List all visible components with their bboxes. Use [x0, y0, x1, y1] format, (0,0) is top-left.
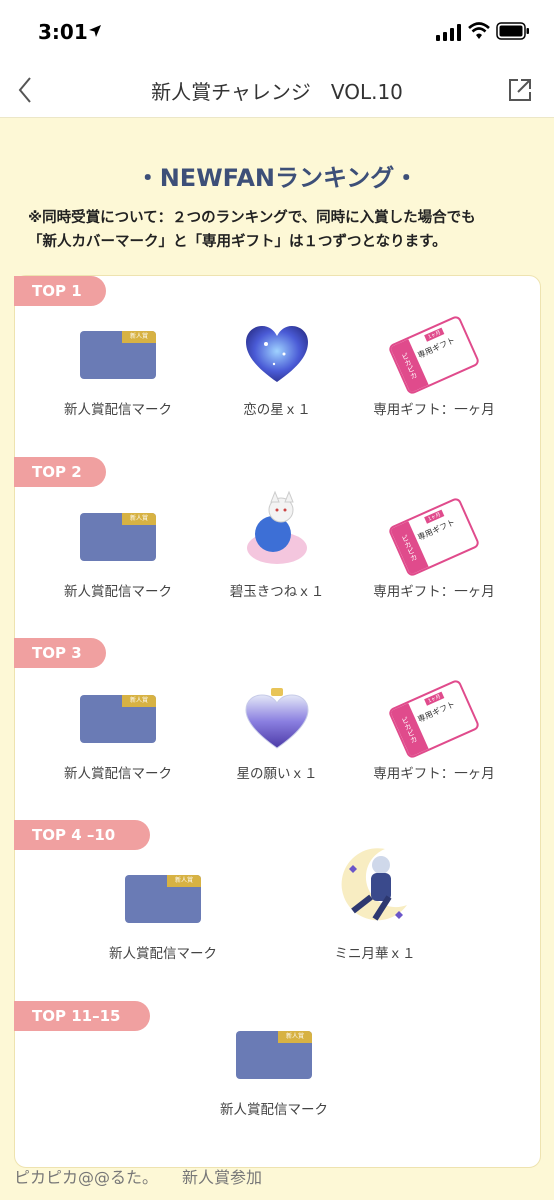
- prize-label: 新人賞配信マーク: [220, 1102, 328, 1118]
- prize-label: 新人賞配信マーク: [64, 766, 172, 782]
- gift-ticket-image: ピカピカ 1ヶ月 専用ギフト: [387, 314, 481, 396]
- prize-label: 専用ギフト：一ヶ月: [373, 766, 495, 782]
- mark-badge: 新人賞: [122, 331, 156, 343]
- streaming-mark-image: 新人賞: [80, 695, 156, 743]
- prize-item: 新人賞 新人賞配信マーク: [33, 502, 203, 600]
- prize-label: 専用ギフト：一ヶ月: [373, 584, 495, 600]
- share-button[interactable]: [504, 74, 536, 106]
- wifi-icon: [468, 22, 490, 39]
- tier-tag-top2: TOP 2: [14, 457, 106, 487]
- prize-item: ミニ月華ｘ１: [290, 848, 460, 962]
- prize-label: 星の願いｘ１: [236, 766, 318, 782]
- prize-item: ピカピカ 1ヶ月 専用ギフト 専用ギフト：一ヶ月: [349, 678, 519, 782]
- heart-star-gift-image: [246, 326, 308, 382]
- gift-ticket-image: ピカピカ 1ヶ月 専用ギフト: [387, 678, 481, 760]
- prize-label: 碧玉きつねｘ１: [229, 584, 325, 600]
- section-title: ・NEWFANランキング・: [135, 164, 419, 192]
- ticket-text: 専用ギフト: [416, 335, 457, 361]
- prize-item: ピカピカ 1ヶ月 専用ギフト 専用ギフト：一ヶ月: [349, 314, 519, 418]
- notice-text: ※同時受賞について：２つのランキングで、同時に入賞した場合でも 「新人カバーマー…: [28, 206, 538, 254]
- status-time: 3:01: [38, 20, 88, 44]
- prize-item: 恋の星ｘ１: [192, 320, 362, 418]
- streaming-mark-image: 新人賞: [125, 875, 201, 923]
- notice-line-1: ※同時受賞について：２つのランキングで、同時に入賞した場合でも: [28, 210, 476, 226]
- prize-label: 専用ギフト：一ヶ月: [373, 402, 495, 418]
- signal-icon: [436, 24, 461, 41]
- prize-label: 新人賞配信マーク: [109, 946, 217, 962]
- tier-tag-top1: TOP 1: [14, 276, 106, 306]
- prize-label: 恋の星ｘ１: [243, 402, 311, 418]
- ticket-text: 専用ギフト: [416, 517, 457, 543]
- prize-label: ミニ月華ｘ１: [334, 946, 416, 962]
- page-title: 新人賞チャレンジ VOL.10: [151, 80, 403, 104]
- mark-badge: 新人賞: [122, 513, 156, 525]
- ticket-text: 専用ギフト: [416, 699, 457, 725]
- prize-label: 新人賞配信マーク: [64, 584, 172, 600]
- prize-label: 新人賞配信マーク: [64, 402, 172, 418]
- star-wish-bottle-image: [245, 688, 309, 749]
- prize-item: 新人賞 新人賞配信マーク: [78, 864, 248, 962]
- prize-item: 新人賞 新人賞配信マーク: [189, 1020, 359, 1118]
- prize-item: 星の願いｘ１: [192, 684, 362, 782]
- status-bar: 3:01: [0, 0, 554, 62]
- streaming-mark-image: 新人賞: [80, 331, 156, 379]
- mini-moon-character-image: [341, 848, 407, 921]
- section-title-text: NEWFANランキング: [159, 164, 395, 192]
- battery-icon: [496, 22, 529, 40]
- tier-tag-top3: TOP 3: [14, 638, 106, 668]
- location-arrow-icon: [89, 25, 101, 37]
- footer-caption: ピカピカ@@るた。 新人賞参加: [14, 1168, 263, 1187]
- tier-tag-top4-10: TOP 4 –10: [14, 820, 150, 850]
- jade-fox-gift-image: [247, 490, 307, 564]
- navigation-bar: 新人賞チャレンジ VOL.10: [0, 62, 554, 118]
- prize-item: 新人賞 新人賞配信マーク: [33, 320, 203, 418]
- gift-ticket-image: ピカピカ 1ヶ月 専用ギフト: [387, 496, 481, 578]
- prize-item: ピカピカ 1ヶ月 専用ギフト 専用ギフト：一ヶ月: [349, 496, 519, 600]
- streaming-mark-image: 新人賞: [236, 1031, 312, 1079]
- tier-tag-top11-15: TOP 11–15: [14, 1001, 150, 1031]
- mark-badge: 新人賞: [278, 1031, 312, 1043]
- mark-badge: 新人賞: [167, 875, 201, 887]
- prize-item: 新人賞 新人賞配信マーク: [33, 684, 203, 782]
- streaming-mark-image: 新人賞: [80, 513, 156, 561]
- mark-badge: 新人賞: [122, 695, 156, 707]
- share-icon: [509, 79, 531, 101]
- prize-item: 碧玉きつねｘ１: [192, 490, 362, 600]
- notice-line-2: 「新人カバーマーク」と「専用ギフト」は１つずつとなります。: [28, 234, 447, 250]
